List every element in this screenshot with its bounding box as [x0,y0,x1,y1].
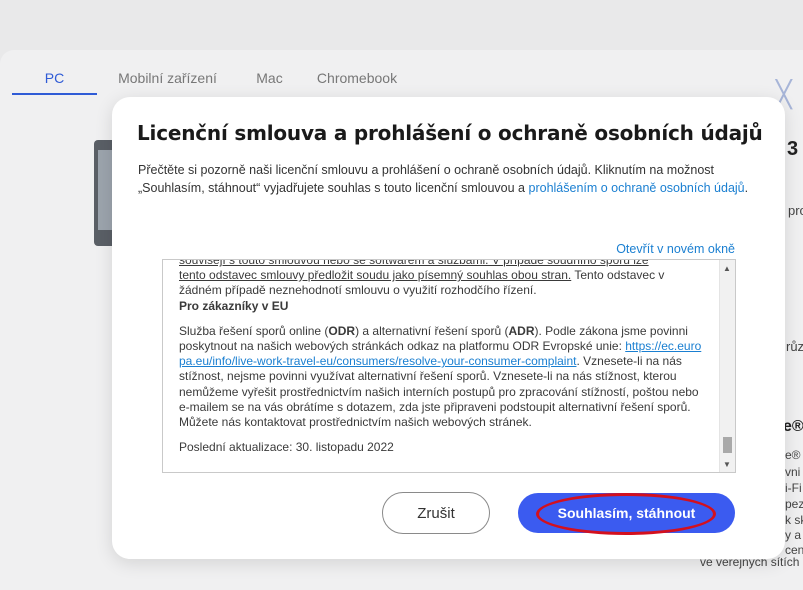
scroll-down-arrow-icon[interactable]: ▼ [723,460,731,469]
open-in-new-window-link[interactable]: Otevřít v novém okně [616,242,735,256]
bg-text-fragment: i-Fi [785,481,802,495]
tab-chromebook[interactable]: Chromebook [301,66,413,95]
agreement-text: ADR [508,323,535,338]
bg-text-fragment: růz [786,339,803,354]
agree-download-button[interactable]: Souhlasím, stáhnout [518,493,735,533]
bg-text-fragment: y a [785,528,802,542]
dialog-intro: Přečtěte si pozorně naši licenční smlouv… [138,161,758,197]
tab-pc[interactable]: PC [12,66,97,95]
agreement-text: ODR [328,323,356,338]
bg-text-fragment: k sk [785,513,803,527]
bg-text-fragment: pro [788,203,803,218]
scrollbar[interactable]: ▲ ▼ [719,260,735,472]
scrollbar-thumb[interactable] [723,437,732,453]
tab-mac[interactable]: Mac [238,66,301,95]
agreement-text-box[interactable]: souvisejí s touto smlouvou nebo se softw… [162,259,736,473]
scroll-up-arrow-icon[interactable]: ▲ [723,264,731,273]
bg-text-fragment: e® s [785,448,803,462]
agreement-content: souvisejí s touto smlouvou nebo se softw… [179,259,704,455]
laptop-image [94,140,114,246]
privacy-policy-link[interactable]: prohlášením o ochraně osobních údajů [529,181,745,195]
dialog-title: Licenční smlouva a prohlášení o ochraně … [137,121,763,145]
bg-text-fragment: 3 [787,138,799,160]
eu-customers-heading: Pro zákazníky v EU [179,298,289,313]
cancel-button[interactable]: Zrušit [382,492,490,534]
bg-text-fragment: e® [783,418,803,435]
license-dialog: Licenční smlouva a prohlášení o ochraně … [112,97,785,559]
agreement-text: Služba řešení sporů online ( [179,323,329,338]
last-updated: Poslední aktualizace: 30. listopadu 2022 [179,440,394,455]
platform-tabs: PC Mobilní zařízení Mac Chromebook [12,66,413,95]
agreement-text: souvisejí s touto smlouvou nebo se softw… [179,259,649,267]
tab-mobile[interactable]: Mobilní zařízení [97,66,238,95]
bg-text-fragment: vni [785,465,801,479]
intro-end: . [744,181,749,195]
agreement-text: tento odstavec smlouvy předložit soudu j… [179,268,572,283]
agreement-text: ) a alternativní řešení sporů ( [355,323,509,338]
bg-text-fragment: pez [785,497,803,511]
